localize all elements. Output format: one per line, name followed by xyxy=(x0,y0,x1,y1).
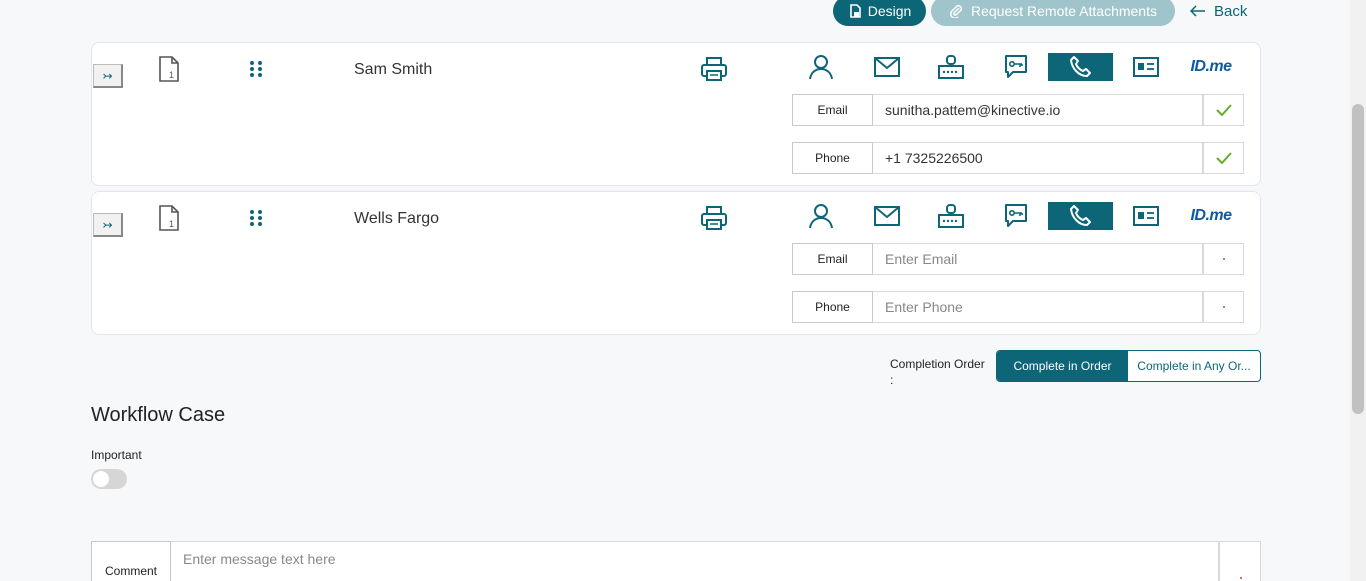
mail-icon[interactable] xyxy=(870,202,904,230)
arrow-left-icon xyxy=(1190,5,1205,17)
drag-handle-icon[interactable] xyxy=(248,60,264,78)
person-icon[interactable] xyxy=(804,53,838,81)
verification-methods: ID.me xyxy=(792,202,1252,230)
workflow-case-title: Workflow Case xyxy=(91,404,226,426)
design-button[interactable]: Design xyxy=(833,0,926,26)
top-toolbar: Design Request Remote Attachments Back xyxy=(0,0,1366,26)
idme-logo[interactable]: ID.me xyxy=(1187,53,1235,81)
comment-textarea[interactable]: Enter message text here xyxy=(171,541,1219,581)
idme-logo[interactable]: ID.me xyxy=(1187,202,1235,230)
signer-name: Wells Fargo xyxy=(354,210,440,227)
comment-row: Comment Enter message text here xyxy=(91,541,1261,581)
email-row: Email Enter Email xyxy=(792,243,1244,275)
email-row: Email sunitha.pattem@kinective.io xyxy=(792,94,1244,126)
phone-row: Phone Enter Phone xyxy=(792,291,1244,323)
phone-label: Phone xyxy=(792,291,873,323)
phone-icon[interactable] xyxy=(1048,202,1113,230)
id-card-icon[interactable] xyxy=(1131,53,1161,81)
drag-handle-icon[interactable] xyxy=(248,209,264,227)
remote-label: Request Remote Attachments xyxy=(971,3,1157,19)
complete-in-any-order-option[interactable]: Complete in Any Or... xyxy=(1128,351,1260,381)
paperclip-icon xyxy=(950,4,963,18)
email-field[interactable]: sunitha.pattem@kinective.io xyxy=(873,94,1203,126)
phone-field[interactable]: +1 7325226500 xyxy=(873,142,1203,174)
verified-check-icon xyxy=(1203,142,1244,174)
required-indicator xyxy=(1203,291,1244,323)
id-card-icon[interactable] xyxy=(1131,202,1161,230)
phone-label: Phone xyxy=(792,142,873,174)
toggle-knob xyxy=(93,471,109,487)
completion-order-toggle: Complete in Order Complete in Any Or... xyxy=(996,350,1261,382)
important-label: Important xyxy=(91,448,142,462)
back-label: Back xyxy=(1214,2,1248,20)
expand-icon[interactable]: ↣ xyxy=(93,213,123,237)
comment-label: Comment xyxy=(91,541,171,581)
verified-check-icon xyxy=(1203,94,1244,126)
signer-name: Sam Smith xyxy=(354,61,433,78)
scroll-thumb[interactable] xyxy=(1352,104,1364,414)
phone-field[interactable]: Enter Phone xyxy=(873,291,1203,323)
svg-text:1: 1 xyxy=(169,70,174,80)
document-icon[interactable]: 1 xyxy=(158,205,180,231)
required-indicator xyxy=(1219,541,1261,581)
request-remote-attachments-button[interactable]: Request Remote Attachments xyxy=(931,0,1175,26)
router-icon[interactable] xyxy=(934,53,968,81)
phone-row: Phone +1 7325226500 xyxy=(792,142,1244,174)
design-doc-icon xyxy=(849,4,861,18)
chat-key-icon[interactable] xyxy=(999,53,1033,81)
phone-icon[interactable] xyxy=(1048,53,1113,81)
router-icon[interactable] xyxy=(934,202,968,230)
printer-icon[interactable] xyxy=(700,205,728,231)
verification-methods: ID.me xyxy=(792,53,1252,81)
signer-card: ↣ 1 Wells Fargo ID.me Email Enter Email … xyxy=(91,191,1261,335)
svg-text:1: 1 xyxy=(169,219,174,229)
scrollbar[interactable] xyxy=(1350,0,1366,581)
required-indicator xyxy=(1203,243,1244,275)
document-icon[interactable]: 1 xyxy=(158,56,180,82)
signer-card: ↣ 1 Sam Smith ID.me Email sunitha.pattem… xyxy=(91,42,1261,186)
completion-order-label: Completion Order : xyxy=(890,357,985,387)
complete-in-order-option[interactable]: Complete in Order xyxy=(997,351,1128,381)
important-toggle[interactable] xyxy=(91,469,127,489)
mail-icon[interactable] xyxy=(870,53,904,81)
back-button[interactable]: Back xyxy=(1190,1,1247,21)
email-label: Email xyxy=(792,243,873,275)
printer-icon[interactable] xyxy=(700,56,728,82)
person-icon[interactable] xyxy=(804,202,838,230)
email-field[interactable]: Enter Email xyxy=(873,243,1203,275)
expand-icon[interactable]: ↣ xyxy=(93,64,123,88)
design-label: Design xyxy=(867,3,912,19)
email-label: Email xyxy=(792,94,873,126)
chat-key-icon[interactable] xyxy=(999,202,1033,230)
